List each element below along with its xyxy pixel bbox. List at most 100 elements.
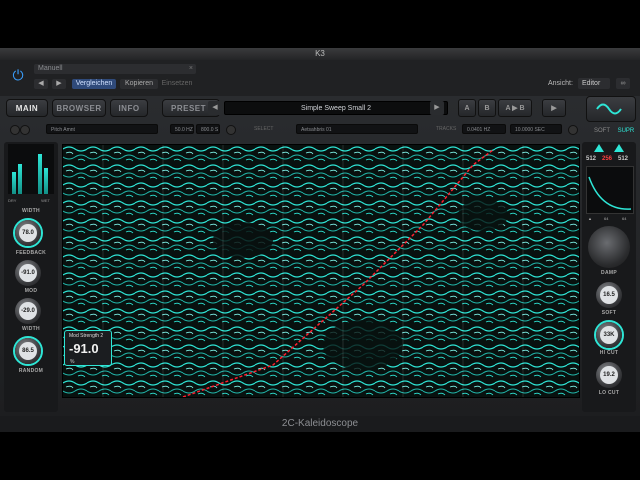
left-panel: DRY WET WIDTH 78.0 FEEDBACK -91.0 MOD -2…	[4, 142, 58, 412]
width-top-label: WIDTH	[22, 208, 40, 214]
meter-bar	[38, 154, 42, 194]
parameter-row: Pitch Amnt 50.0 HZ 800.0 S SELECT Aetsah…	[6, 124, 580, 136]
preset-prev-button[interactable]: ◀	[208, 101, 222, 115]
curve-display[interactable]	[586, 166, 634, 214]
texture	[63, 145, 579, 397]
soft-supr-toggle[interactable]: SOFT SUPR	[594, 128, 634, 134]
wet-label: WET	[41, 198, 50, 203]
a-to-b-button[interactable]: A ▶ B	[498, 99, 532, 117]
param-field-6[interactable]: 10.0000 SEC	[510, 124, 562, 134]
preset-display[interactable]: Simple Sweep Small 2	[224, 101, 448, 115]
soft-value: 16.5	[600, 286, 618, 304]
tooltip-value: -91.0	[69, 341, 99, 356]
soft-label: SOFT	[601, 310, 617, 316]
curve-marker: ▲	[588, 216, 592, 221]
tab-browser[interactable]: BROWSER	[52, 99, 106, 117]
sine-wave-icon	[596, 103, 622, 115]
tab-info[interactable]: INFO	[110, 99, 148, 117]
tooltip-unit: %	[70, 359, 75, 365]
dark-area	[458, 199, 508, 231]
feedback-label: FEEDBACK	[15, 250, 47, 256]
plugin-area: MAIN BROWSER INFO PRESET ◀ Simple Sweep …	[0, 96, 640, 416]
mod-knob[interactable]: -91.0	[15, 260, 41, 286]
width-knob[interactable]: -29.0	[15, 298, 41, 324]
supr-label: SUPR	[617, 128, 635, 134]
select-label: SELECT	[254, 126, 274, 132]
param-knob[interactable]	[10, 125, 20, 135]
clear-icon[interactable]: ×	[189, 64, 193, 74]
soft-label: SOFT	[594, 128, 610, 134]
dark-area	[323, 320, 403, 370]
host-prev-button[interactable]: ◀	[34, 79, 48, 89]
meter-bar	[12, 172, 16, 194]
mod-value: -91.0	[19, 264, 37, 282]
host-preset-field[interactable]: Manuell ×	[34, 64, 196, 74]
hicut-label: HI CUT	[599, 350, 619, 356]
tracks-label: TRACKS	[436, 126, 457, 132]
curve-graph	[588, 176, 632, 210]
value-tooltip: Mod Strength 2 -91.0 %	[64, 330, 112, 366]
link-icon[interactable]: ∞	[616, 78, 630, 89]
feedback-value: 78.0	[19, 224, 37, 242]
dark-area	[213, 222, 273, 258]
compare-button[interactable]: Vergleichen	[72, 79, 116, 89]
power-icon[interactable]: ⏻	[10, 67, 26, 83]
param-field-3[interactable]: 800.0 S	[196, 124, 220, 134]
hicut-knob[interactable]: 33K	[596, 322, 622, 348]
param-field-5[interactable]: 0.0401 HZ	[462, 124, 506, 134]
up-arrow-icon[interactable]	[594, 144, 604, 152]
play-button[interactable]: ▶	[542, 99, 566, 117]
param-knob[interactable]	[20, 125, 30, 135]
preset-next-button[interactable]: ▶	[430, 101, 444, 115]
plugin-window: K3 ⏻ Manuell × ◀ ▶ Vergleichen Kopieren …	[0, 48, 640, 432]
tab-main[interactable]: MAIN	[6, 99, 48, 117]
hicut-value: 33K	[600, 326, 618, 344]
feedback-knob[interactable]: 78.0	[15, 220, 41, 246]
right-panel: 512 256 512 ▲ 64 64 DAMP 16.5 SOFT 33K H…	[582, 142, 636, 412]
meter-bar	[44, 168, 48, 194]
plugin-name: 2C-Kaleidoscope	[0, 416, 640, 432]
plugin-navbar: MAIN BROWSER INFO PRESET ◀ Simple Sweep …	[6, 99, 576, 117]
host-toolbar: ⏻ Manuell × ◀ ▶ Vergleichen Kopieren Ein…	[0, 60, 640, 97]
param-knob[interactable]	[226, 125, 236, 135]
view-select[interactable]: Editor	[578, 78, 610, 89]
paste-button[interactable]: Einsetzen	[160, 79, 194, 89]
param-field-4[interactable]: Aetsahbris 01	[296, 124, 418, 134]
waveform-button[interactable]	[586, 96, 636, 122]
curve-value-1: 64	[604, 216, 609, 221]
locut-label: LO CUT	[598, 390, 620, 396]
size-value-2[interactable]: 256	[602, 156, 612, 162]
host-next-button[interactable]: ▶	[52, 79, 66, 89]
display-graphics	[63, 145, 579, 397]
meter-bar	[18, 164, 22, 194]
kaleidoscope-display[interactable]	[62, 144, 580, 398]
param-field-1[interactable]: Pitch Amnt	[46, 124, 158, 134]
copy-button[interactable]: Kopieren	[120, 79, 158, 89]
mod-label: MOD	[24, 288, 38, 294]
meter-labels: DRY WET	[8, 198, 56, 203]
b-button[interactable]: B	[478, 99, 496, 117]
curve-value-2: 64	[622, 216, 627, 221]
size-value-1[interactable]: 512	[586, 156, 596, 162]
soft-knob[interactable]: 16.5	[596, 282, 622, 308]
up-arrow-icon[interactable]	[614, 144, 624, 152]
width-label: WIDTH	[22, 326, 40, 332]
locut-knob[interactable]: 19.2	[596, 362, 622, 388]
damp-knob[interactable]	[588, 226, 630, 268]
param-knob[interactable]	[568, 125, 578, 135]
dry-label: DRY	[8, 198, 17, 203]
random-value: 86.5	[19, 342, 37, 360]
width-value: -29.0	[19, 302, 37, 320]
view-value: Editor	[582, 80, 601, 87]
random-knob[interactable]: 86.5	[15, 338, 41, 364]
damp-label: DAMP	[601, 270, 617, 276]
host-preset-name: Manuell	[38, 65, 63, 72]
a-button[interactable]: A	[458, 99, 476, 117]
random-label: RANDOM	[18, 368, 44, 374]
view-label: Ansicht:	[548, 80, 573, 87]
size-value-3[interactable]: 512	[618, 156, 628, 162]
window-title: K3	[0, 48, 640, 60]
locut-value: 19.2	[600, 366, 618, 384]
tooltip-title: Mod Strength 2	[69, 333, 104, 339]
param-field-2[interactable]: 50.0 HZ	[170, 124, 194, 134]
